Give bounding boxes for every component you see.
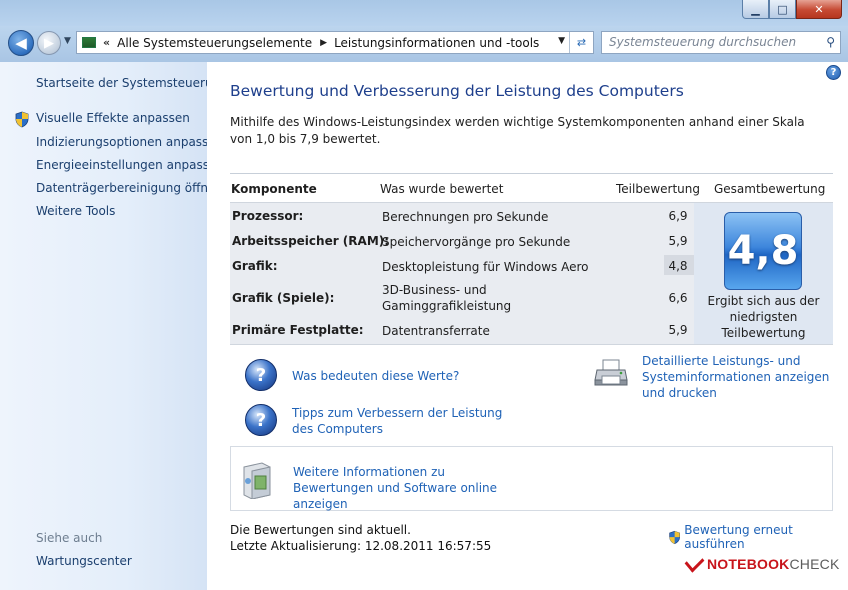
main-content: ? Bewertung und Verbesserung der Leistun… bbox=[207, 62, 848, 590]
help-question-icon[interactable]: ? bbox=[245, 359, 277, 391]
link-what-mean[interactable]: Was bedeuten diese Werte? bbox=[292, 368, 459, 384]
navigation-bar: ◀ ▶ ▼ « Alle Systemsteuerungselemente ▶ … bbox=[0, 26, 848, 62]
sidebar-item-disk-cleanup[interactable]: Datenträgerbereinigung öffnen bbox=[36, 181, 223, 195]
sidebar-item-more-tools[interactable]: Weitere Tools bbox=[36, 204, 115, 218]
header-rated: Was wurde bewertet bbox=[380, 182, 504, 196]
refresh-button[interactable]: ⇄ bbox=[569, 32, 593, 53]
row-component: Grafik (Spiele): bbox=[232, 291, 335, 305]
row-rated: Speichervorgänge pro Sekunde bbox=[382, 235, 571, 249]
status-current: Die Bewertungen sind aktuell. bbox=[230, 523, 411, 537]
breadcrumb-all-items[interactable]: Alle Systemsteuerungselemente bbox=[117, 36, 312, 50]
checkmark-logo-icon bbox=[684, 551, 705, 573]
search-icon[interactable]: ⚲ bbox=[826, 35, 835, 49]
header-subscore: Teilbewertung bbox=[616, 182, 701, 196]
page-description: Mithilfe des Windows-Leistungsindex werd… bbox=[230, 115, 805, 146]
row-subscore: 4,8 bbox=[668, 259, 688, 273]
base-score-badge: 4,8 bbox=[724, 212, 802, 290]
row-component: Grafik: bbox=[232, 259, 278, 273]
breadcrumb-overflow-icon[interactable]: « bbox=[103, 36, 110, 49]
table-header: Komponente Was wurde bewertet Teilbewert… bbox=[230, 173, 833, 202]
sidebar-item-visual-effects[interactable]: Visuelle Effekte anpassen bbox=[36, 111, 190, 125]
breadcrumb-separator-icon[interactable]: ▶ bbox=[320, 38, 327, 48]
minimize-button[interactable]: ▁ bbox=[742, 0, 769, 19]
row-component: Primäre Festplatte: bbox=[232, 323, 364, 337]
control-panel-icon bbox=[82, 37, 96, 48]
online-info-box: Weitere Informationen zu Bewertungen und… bbox=[230, 446, 833, 511]
row-subscore: 5,9 bbox=[668, 323, 688, 337]
search-placeholder: Systemsteuerung durchsuchen bbox=[609, 35, 797, 49]
link-online-info[interactable]: Weitere Informationen zu Bewertungen und… bbox=[293, 464, 523, 512]
header-basescore: Gesamtbewertung bbox=[714, 182, 826, 196]
base-score-caption: Ergibt sich aus der niedrigsten Teilbewe… bbox=[707, 294, 820, 340]
table-body: Prozessor: Berechnungen pro Sekunde 6,9 … bbox=[230, 202, 833, 345]
back-button[interactable]: ◀ bbox=[8, 30, 34, 56]
sidebar-item-power[interactable]: Energieeinstellungen anpassen bbox=[36, 158, 224, 172]
close-button[interactable]: ✕ bbox=[796, 0, 842, 19]
row-rated: Desktopleistung für Windows Aero bbox=[382, 260, 589, 274]
maximize-button[interactable]: □ bbox=[769, 0, 796, 19]
arrow-right-icon: ▶ bbox=[44, 35, 54, 51]
printer-icon[interactable] bbox=[594, 358, 628, 388]
help-question-icon[interactable]: ? bbox=[245, 404, 277, 436]
recent-pages-dropdown[interactable]: ▼ bbox=[64, 36, 71, 46]
status-last-update: Letzte Aktualisierung: 12.08.2011 16:57:… bbox=[230, 539, 492, 553]
watermark-part2: CHECK bbox=[789, 556, 840, 572]
window-controls: ▁ □ ✕ bbox=[742, 0, 842, 20]
row-rated: 3D-Business- und Gaminggrafikleistung bbox=[382, 283, 512, 313]
uac-shield-icon bbox=[669, 530, 680, 544]
help-icon[interactable]: ? bbox=[826, 65, 841, 80]
address-dropdown-icon[interactable]: ▼ bbox=[558, 36, 565, 46]
refresh-icon: ⇄ bbox=[576, 36, 587, 49]
link-details[interactable]: Detaillierte Leistungs- und Systeminform… bbox=[642, 353, 842, 401]
row-rated: Datentransferrate bbox=[382, 324, 490, 338]
row-subscore: 6,6 bbox=[668, 291, 688, 305]
arrow-left-icon: ◀ bbox=[15, 34, 27, 52]
sidebar-home-link[interactable]: Startseite der Systemsteuerung bbox=[36, 76, 228, 90]
page-title: Bewertung und Verbesserung der Leistung … bbox=[230, 82, 684, 100]
row-subscore: 5,9 bbox=[668, 234, 688, 248]
breadcrumb-performance[interactable]: Leistungsinformationen und -tools bbox=[334, 36, 539, 50]
address-bar[interactable]: « Alle Systemsteuerungselemente ▶ Leistu… bbox=[76, 31, 594, 54]
score-table: Komponente Was wurde bewertet Teilbewert… bbox=[230, 173, 833, 345]
uac-shield-icon bbox=[15, 111, 29, 128]
header-component: Komponente bbox=[231, 182, 317, 196]
watermark-part1: NOTEBOOK bbox=[707, 556, 790, 572]
sidebar-item-action-center[interactable]: Wartungscenter bbox=[36, 554, 132, 568]
see-also-heading: Siehe auch bbox=[36, 531, 103, 545]
sidebar-item-indexing[interactable]: Indizierungsoptionen anpassen bbox=[36, 135, 223, 149]
base-score-panel: 4,8 Ergibt sich aus der niedrigsten Teil… bbox=[694, 203, 833, 344]
row-rated: Berechnungen pro Sekunde bbox=[382, 210, 549, 224]
sidebar: Startseite der Systemsteuerung Visuelle … bbox=[0, 62, 228, 590]
forward-button[interactable]: ▶ bbox=[37, 31, 61, 55]
row-subscore: 6,9 bbox=[668, 209, 688, 223]
row-component: Prozessor: bbox=[232, 209, 304, 223]
row-component: Arbeitsspeicher (RAM): bbox=[232, 234, 390, 248]
rerun-assessment-link[interactable]: Bewertung erneut ausführen bbox=[668, 523, 848, 551]
link-tips[interactable]: Tipps zum Verbessern der Leistung des Co… bbox=[292, 405, 522, 437]
search-input[interactable]: Systemsteuerung durchsuchen ⚲ bbox=[601, 31, 841, 54]
title-bar: ▁ □ ✕ bbox=[0, 0, 848, 26]
rerun-label: Bewertung erneut ausführen bbox=[684, 523, 793, 551]
notebookcheck-watermark: NOTEBOOK CHECK bbox=[684, 551, 840, 573]
software-box-icon bbox=[243, 462, 271, 499]
